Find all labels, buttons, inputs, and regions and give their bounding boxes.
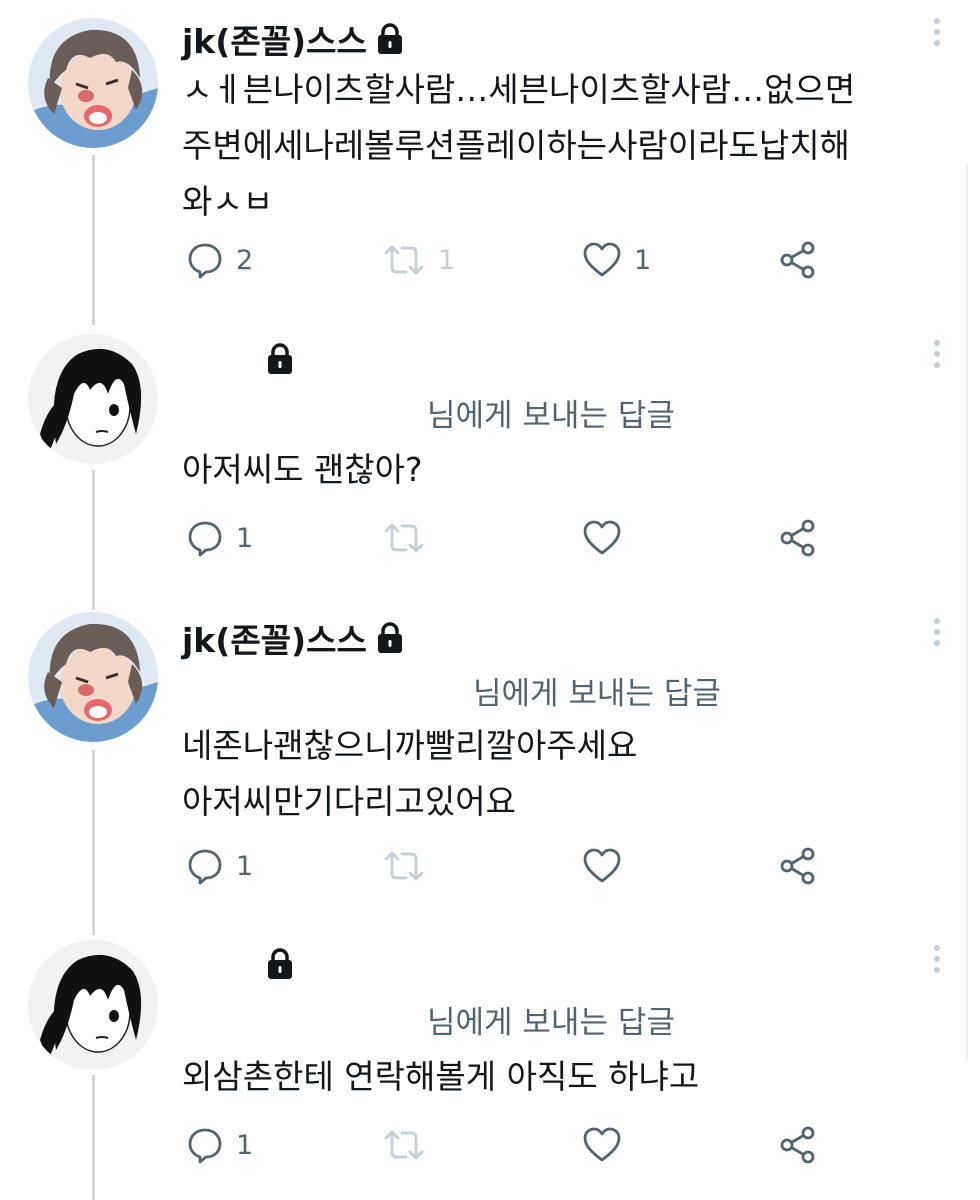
author-name[interactable]: jk(존꼴)스스: [182, 614, 367, 662]
tweet[interactable]: 님에게 보내는 답글 아저씨도 괜찮아? 1: [0, 320, 980, 610]
like-button[interactable]: [582, 1125, 622, 1165]
action-bar: 1: [186, 1125, 826, 1165]
share-icon: [780, 241, 815, 279]
like-count: 1: [634, 244, 652, 276]
reply-icon: [188, 849, 222, 885]
avatar-illustration: [28, 18, 158, 148]
heart-icon: [583, 1127, 621, 1162]
share-button[interactable]: [778, 846, 818, 886]
lock-icon: [268, 343, 292, 374]
share-icon: [780, 1126, 815, 1164]
share-button[interactable]: [778, 240, 818, 280]
retweet-button[interactable]: 1: [382, 240, 455, 280]
avatar-illustration: [28, 940, 158, 1070]
tweet[interactable]: 님에게 보내는 답글 외삼촌한테 연락해볼게 아직도 하냐고 1: [0, 935, 980, 1200]
more-vertical-icon[interactable]: [932, 618, 942, 646]
retweet-button[interactable]: [382, 518, 426, 558]
retweet-icon: [384, 1130, 424, 1160]
retweet-icon: [384, 523, 424, 553]
reply-icon: [188, 243, 222, 279]
share-button[interactable]: [778, 518, 818, 558]
avatar-illustration: [28, 334, 158, 464]
avatar[interactable]: [28, 940, 158, 1070]
action-bar: 1: [186, 846, 826, 886]
author-row: jk(존꼴)스스: [182, 17, 405, 61]
avatar[interactable]: [28, 334, 158, 464]
reply-button[interactable]: 1: [186, 518, 253, 558]
heart-icon: [583, 520, 621, 555]
tweet-text: 외삼촌한테 연락해볼게 아직도 하냐고: [182, 1057, 700, 1096]
retweet-icon: [384, 245, 424, 275]
like-button[interactable]: 1: [582, 240, 651, 280]
tweet-text: 네존나괜찮으니까빨리깔아주세요 아저씨만기다리고있어요: [182, 726, 638, 821]
reply-count: 1: [236, 1129, 254, 1161]
reply-to-label: 님에게 보내는 답글: [427, 398, 675, 434]
share-icon: [780, 847, 815, 885]
like-button[interactable]: [582, 846, 622, 886]
retweet-button[interactable]: [382, 846, 426, 886]
tweet-text: ㅅㅔ븐나이츠할사람…세븐나이츠할사람…없으면 주변에세나레볼루션플레이하는사람이…: [182, 70, 856, 221]
avatar[interactable]: [28, 18, 158, 148]
more-vertical-icon[interactable]: [932, 945, 942, 973]
tweet[interactable]: jk(존꼴)스스 님에게 보내는 답글 네존나괜찮으니까빨리깔아주세요 아저씨만…: [0, 610, 980, 935]
reply-button[interactable]: 1: [186, 846, 253, 886]
heart-icon: [583, 242, 621, 277]
like-button[interactable]: [582, 518, 622, 558]
more-vertical-icon[interactable]: [932, 18, 942, 46]
retweet-button[interactable]: [382, 1125, 426, 1165]
reply-button[interactable]: 1: [186, 1125, 253, 1165]
reply-button[interactable]: 2: [186, 240, 253, 280]
author-row: jk(존꼴)스스: [182, 616, 405, 660]
avatar[interactable]: [28, 612, 158, 742]
reply-count: 2: [236, 244, 254, 276]
reply-count: 1: [236, 850, 254, 882]
action-bar: 2 1 1: [186, 240, 826, 280]
lock-icon: [377, 622, 402, 653]
author-name[interactable]: jk(존꼴)스스: [182, 15, 367, 63]
reply-to-label: 님에게 보내는 답글: [427, 1005, 675, 1041]
lock-icon: [268, 948, 292, 979]
tweet[interactable]: jk(존꼴)스스 ㅅㅔ븐나이츠할사람…세븐나이츠할사람…없으면 주변에세나레볼루…: [0, 0, 980, 320]
heart-icon: [583, 848, 621, 883]
reply-count: 1: [236, 522, 254, 554]
more-vertical-icon[interactable]: [932, 340, 942, 368]
reply-icon: [188, 521, 222, 557]
tweet-text: 아저씨도 괜찮아?: [182, 450, 423, 489]
retweet-icon: [384, 851, 424, 881]
share-icon: [780, 519, 815, 557]
retweet-count: 1: [438, 244, 456, 276]
lock-icon: [377, 23, 402, 54]
reply-icon: [188, 1128, 222, 1164]
avatar-illustration: [28, 612, 158, 742]
reply-to-label: 님에게 보내는 답글: [473, 676, 721, 712]
share-button[interactable]: [778, 1125, 818, 1165]
action-bar: 1: [186, 518, 826, 558]
